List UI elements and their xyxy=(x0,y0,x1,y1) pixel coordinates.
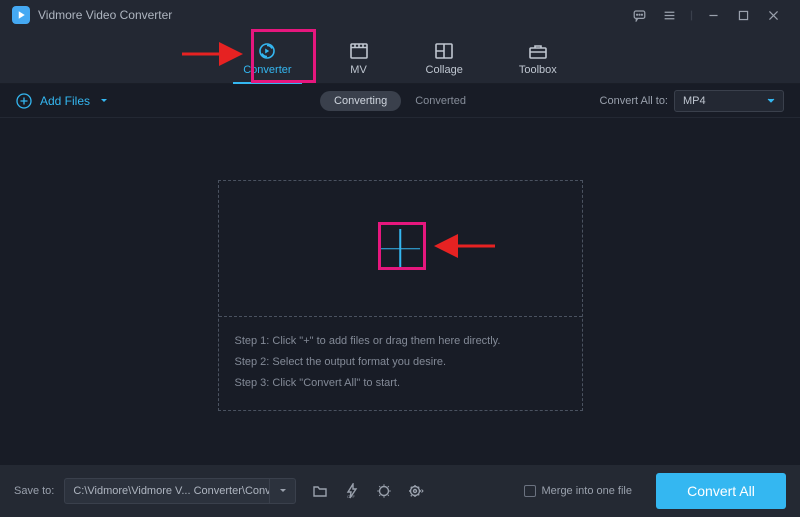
instruction-steps: Step 1: Click "+" to add files or drag t… xyxy=(219,317,582,410)
tab-label: Converter xyxy=(243,64,291,76)
tab-label: MV xyxy=(350,64,367,76)
converter-icon xyxy=(256,42,278,60)
svg-text:OFF: OFF xyxy=(347,494,356,499)
tab-label: Toolbox xyxy=(519,64,557,76)
open-folder-icon[interactable] xyxy=(310,481,330,501)
add-files-label: Add Files xyxy=(40,94,90,108)
save-path-input[interactable]: C:\Vidmore\Vidmore V... Converter\Conver… xyxy=(65,479,269,503)
chevron-down-icon xyxy=(767,97,775,105)
selected-format: MP4 xyxy=(683,95,706,107)
tab-label: Collage xyxy=(426,64,463,76)
close-button[interactable] xyxy=(758,0,788,30)
divider xyxy=(684,0,698,30)
step-text: Step 3: Click "Convert All" to start. xyxy=(235,373,566,394)
step-text: Step 1: Click "+" to add files or drag t… xyxy=(235,331,566,352)
tab-collage[interactable]: Collage xyxy=(418,30,471,84)
output-format-select[interactable]: MP4 xyxy=(674,90,784,112)
maximize-button[interactable] xyxy=(728,0,758,30)
status-segment: Converting Converted xyxy=(320,91,480,111)
minimize-button[interactable] xyxy=(698,0,728,30)
step-text: Step 2: Select the output format you des… xyxy=(235,352,566,373)
drop-zone[interactable]: Step 1: Click "+" to add files or drag t… xyxy=(218,180,583,411)
high-speed-icon[interactable] xyxy=(374,481,394,501)
tab-mv[interactable]: MV xyxy=(340,30,378,84)
merge-label: Merge into one file xyxy=(542,485,633,497)
tab-converter[interactable]: Converter xyxy=(235,30,299,84)
hardware-accel-icon[interactable]: OFF xyxy=(342,481,362,501)
convert-all-to-label: Convert All to: xyxy=(600,95,668,107)
feedback-icon[interactable] xyxy=(624,0,654,30)
segment-converted[interactable]: Converted xyxy=(401,91,480,111)
save-to-label: Save to: xyxy=(14,485,54,497)
app-title: Vidmore Video Converter xyxy=(38,8,172,22)
mv-icon xyxy=(348,42,370,60)
add-files-button[interactable]: Add Files xyxy=(16,93,108,109)
convert-all-button[interactable]: Convert All xyxy=(656,473,786,509)
tab-toolbox[interactable]: Toolbox xyxy=(511,30,565,84)
segment-converting[interactable]: Converting xyxy=(320,91,401,111)
checkbox-icon xyxy=(524,485,536,497)
app-logo xyxy=(12,6,30,24)
settings-icon[interactable] xyxy=(406,481,426,501)
chevron-down-icon xyxy=(100,97,108,105)
menu-icon[interactable] xyxy=(654,0,684,30)
collage-icon xyxy=(433,42,455,60)
add-files-plus-button[interactable] xyxy=(380,229,420,269)
toolbox-icon xyxy=(527,42,549,60)
save-path-dropdown[interactable] xyxy=(269,479,295,503)
merge-checkbox[interactable]: Merge into one file xyxy=(524,485,633,497)
plus-circle-icon xyxy=(16,93,32,109)
